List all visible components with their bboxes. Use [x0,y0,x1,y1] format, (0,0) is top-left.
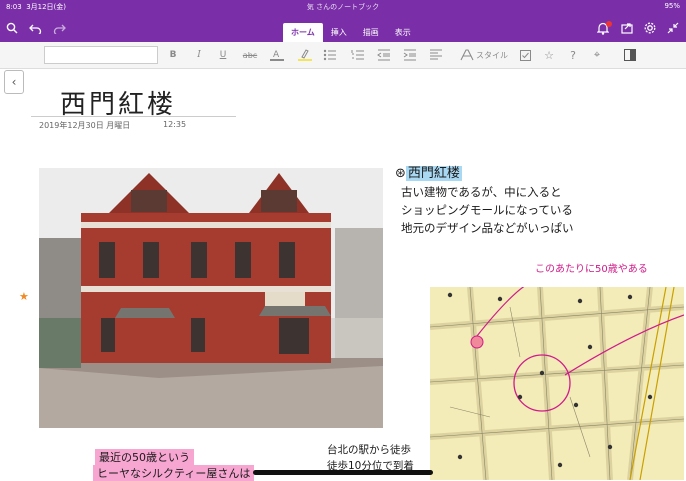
share-icon[interactable] [618,19,636,37]
title-divider [31,116,236,117]
bottom-left-note-2: ヒーヤなシルクティー屋さんは [93,465,255,481]
collapse-icon[interactable] [664,19,682,37]
checkbox-icon[interactable] [518,47,532,63]
style-button[interactable]: スタイル [456,47,512,63]
undo-icon[interactable] [26,19,44,37]
back-button[interactable]: ‹ [4,70,24,94]
bold-icon[interactable]: B [166,47,180,63]
notification-badge [606,21,612,27]
ribbon: B I U abc A スタイル ☆ ? ⌖ [0,42,686,69]
bottom-left-note-1: 最近の50歳という [95,449,194,465]
top-toolbar: ホーム 挿入 描画 表示 [0,14,686,42]
notes-line-3: 地元のデザイン品などがいっぱい [401,221,574,235]
bullets-icon[interactable] [322,47,338,63]
star-tag-icon[interactable]: ☆ [542,47,556,63]
notebook-name: 気 さんのノートブック [306,3,380,11]
area-map [430,287,684,480]
svg-text:A: A [273,50,280,60]
tab-insert[interactable]: 挿入 [323,23,355,42]
help-icon[interactable]: ? [566,47,580,63]
bottom-mid-note-1: 台北の駅から徒歩 [327,444,411,456]
tab-view[interactable]: 表示 [387,23,419,42]
numbering-icon[interactable] [350,47,366,63]
italic-icon[interactable]: I [192,47,206,63]
search-icon[interactable] [3,19,21,37]
font-color-icon[interactable]: A [268,47,286,63]
home-indicator[interactable] [253,470,433,475]
tab-draw[interactable]: 描画 [355,23,387,42]
ribbon-tabs: ホーム 挿入 描画 表示 [283,23,419,42]
note-canvas[interactable]: 西門紅楼 2019年12月30日 月曜日 12:35 ⊛ 西門紅楼 古い建物である… [27,68,686,481]
align-icon[interactable] [428,47,444,63]
notes-line-2: ショッピングモールになっている [401,203,573,217]
font-field[interactable] [44,46,158,64]
notes-title-text: 西門紅楼 [405,166,462,181]
highlight-icon[interactable] [296,47,314,63]
strikethrough-icon[interactable]: abc [240,47,260,63]
underline-icon[interactable]: U [216,47,230,63]
pink-annotation: このあたりに50歳やある [535,264,648,275]
status-bar: 8:03 3月12日(金) 気 さんのノートブック 95% [0,0,686,14]
sidebar-toggle-icon[interactable] [622,47,638,63]
gear-icon[interactable] [641,19,659,37]
notes-line-1: 古い建物であるが、中に入ると [401,185,562,199]
building-photo [39,168,383,428]
pin-icon: ⊛ [395,166,406,181]
outdent-icon[interactable] [376,47,392,63]
page-time: 12:35 [163,120,187,129]
indent-icon[interactable] [402,47,418,63]
page-date: 2019年12月30日 月曜日 [39,121,131,130]
redo-icon[interactable] [50,19,68,37]
notes-title: ⊛ 西門紅楼 [395,162,462,181]
style-label: スタイル [476,50,508,60]
battery-level: 95% [664,2,680,10]
tag-icon[interactable]: ⌖ [590,47,604,63]
tab-home[interactable]: ホーム [283,23,323,42]
